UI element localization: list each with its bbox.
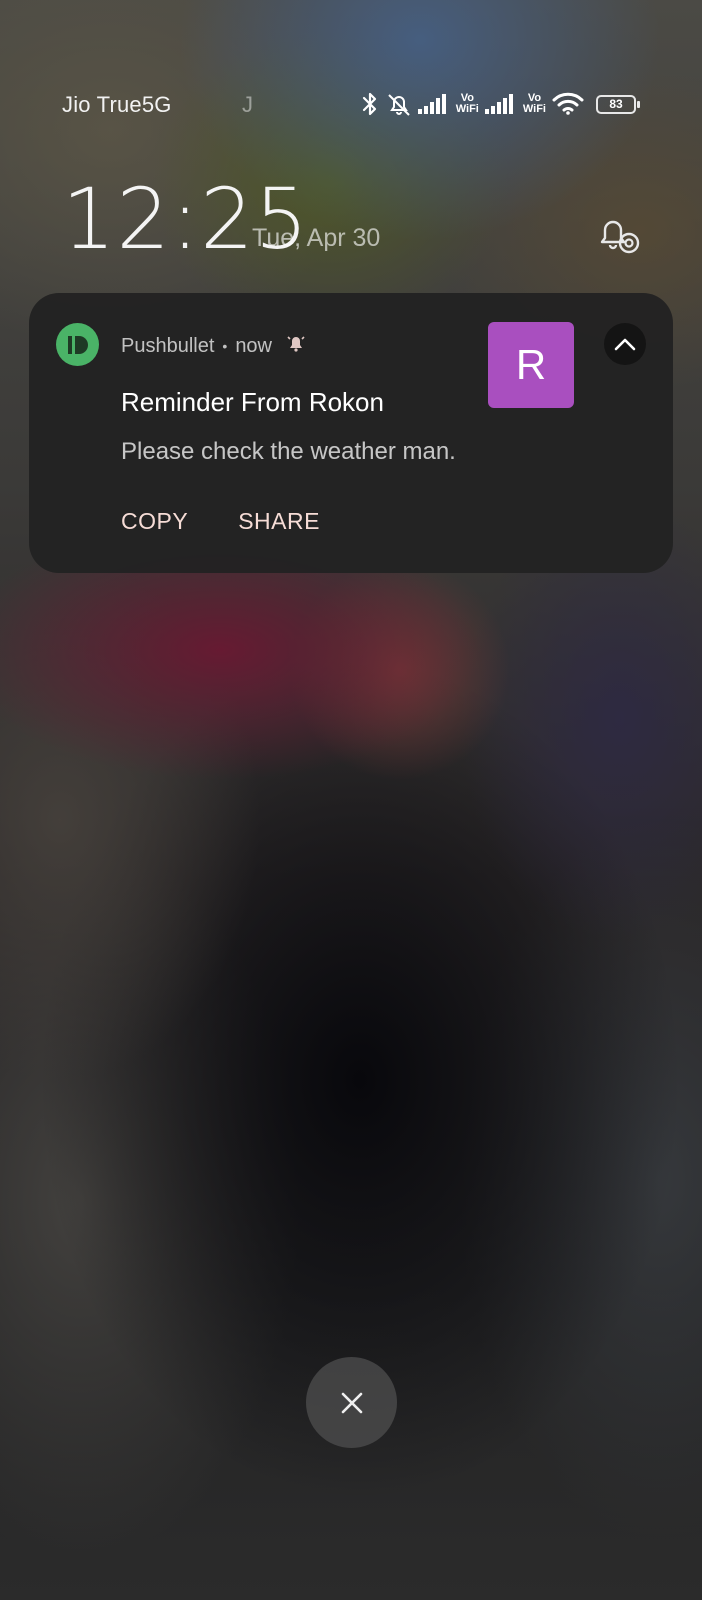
wifi-icon — [552, 92, 584, 116]
alarm-settings-icon[interactable] — [596, 212, 642, 256]
notification-header: Pushbullet • now — [121, 333, 306, 359]
dismiss-button[interactable] — [306, 1357, 397, 1448]
battery-level: 83 — [609, 97, 623, 111]
bell-off-icon — [386, 91, 412, 117]
pushbullet-app-icon — [56, 323, 99, 366]
carrier-name-secondary: J — [242, 92, 253, 117]
notification-time: now — [235, 334, 273, 357]
signal-bars-icon — [484, 93, 517, 115]
lockscreen-date: Tue, Apr 30 — [252, 224, 381, 252]
share-button[interactable]: SHARE — [238, 508, 320, 535]
chevron-up-icon — [614, 338, 636, 351]
vowifi-icon: Vo WiFi — [456, 93, 479, 115]
sender-avatar: R — [488, 322, 574, 408]
carrier-name: Jio True5G — [62, 92, 172, 117]
app-name: Pushbullet — [121, 334, 215, 357]
status-icons: Vo WiFi Vo WiFi 83 — [360, 88, 640, 120]
collapse-button[interactable] — [604, 323, 646, 365]
notification-title: Reminder From Rokon — [121, 387, 384, 417]
battery-icon: 83 — [596, 94, 640, 114]
bluetooth-icon — [360, 91, 380, 117]
close-icon — [341, 1392, 362, 1413]
alert-bell-icon — [286, 333, 306, 359]
lockscreen-clock: 12:25 — [62, 170, 310, 268]
header-separator: • — [222, 338, 228, 354]
notification-actions: COPY SHARE — [121, 508, 320, 535]
copy-button[interactable]: COPY — [121, 508, 188, 535]
notification-body: Please check the weather man. — [121, 438, 456, 465]
vowifi-label-bottom: WiFi — [455, 103, 479, 115]
vowifi-label-bottom: WiFi — [522, 103, 546, 115]
vowifi-icon: Vo WiFi — [523, 93, 546, 115]
signal-bars-icon — [417, 93, 450, 115]
status-bar: Jio True5G J Vo WiFi Vo WiFi 83 — [0, 82, 702, 126]
notification-card[interactable]: Pushbullet • now R Reminder From Rokon P… — [29, 293, 673, 573]
